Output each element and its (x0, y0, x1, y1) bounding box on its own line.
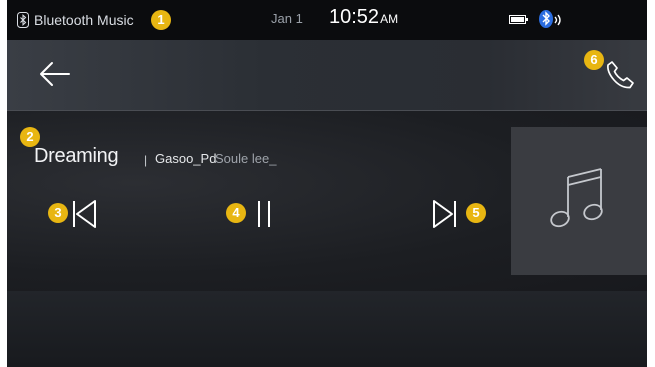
annotation-badge-4: 4 (226, 203, 246, 223)
next-track-icon[interactable] (430, 197, 460, 231)
source-label-text: Bluetooth Music (34, 12, 134, 28)
car-display-screen: Bluetooth Music Jan 1 10:52AM 1 6 Dreami… (7, 0, 647, 367)
music-note-icon (550, 168, 603, 228)
status-time: 10:52AM (329, 6, 398, 29)
status-time-ampm: AM (380, 12, 399, 26)
artist-name: Gasoo_Pd (155, 151, 217, 166)
player-panel: Dreaming | Gasoo_Pd Soule lee_ 2 3 4 5 (7, 111, 647, 291)
back-arrow-icon[interactable] (35, 54, 75, 94)
bottom-area (7, 291, 647, 367)
annotation-badge-3: 3 (48, 203, 68, 223)
song-title: Dreaming (34, 145, 119, 167)
previous-track-icon[interactable] (69, 197, 99, 231)
album-art (511, 127, 647, 275)
status-bar: Bluetooth Music Jan 1 10:52AM 1 (7, 0, 647, 40)
status-time-value: 10:52 (329, 6, 380, 28)
annotation-badge-6: 6 (584, 50, 604, 70)
bluetooth-icon (17, 12, 29, 28)
annotation-badge-2: 2 (20, 127, 40, 147)
annotation-badge-5: 5 (466, 203, 486, 223)
album-name: Soule lee_ (215, 151, 277, 166)
header-bar: 6 (7, 40, 647, 110)
battery-icon (509, 15, 526, 24)
pause-icon[interactable] (252, 197, 276, 231)
bluetooth-audio-icon (539, 10, 561, 28)
battery-tip (526, 18, 528, 21)
phone-icon[interactable] (603, 58, 637, 92)
source-label: Bluetooth Music (17, 10, 134, 30)
status-date: Jan 1 (271, 11, 303, 26)
title-separator: | (144, 153, 148, 167)
annotation-badge-1: 1 (151, 10, 171, 30)
